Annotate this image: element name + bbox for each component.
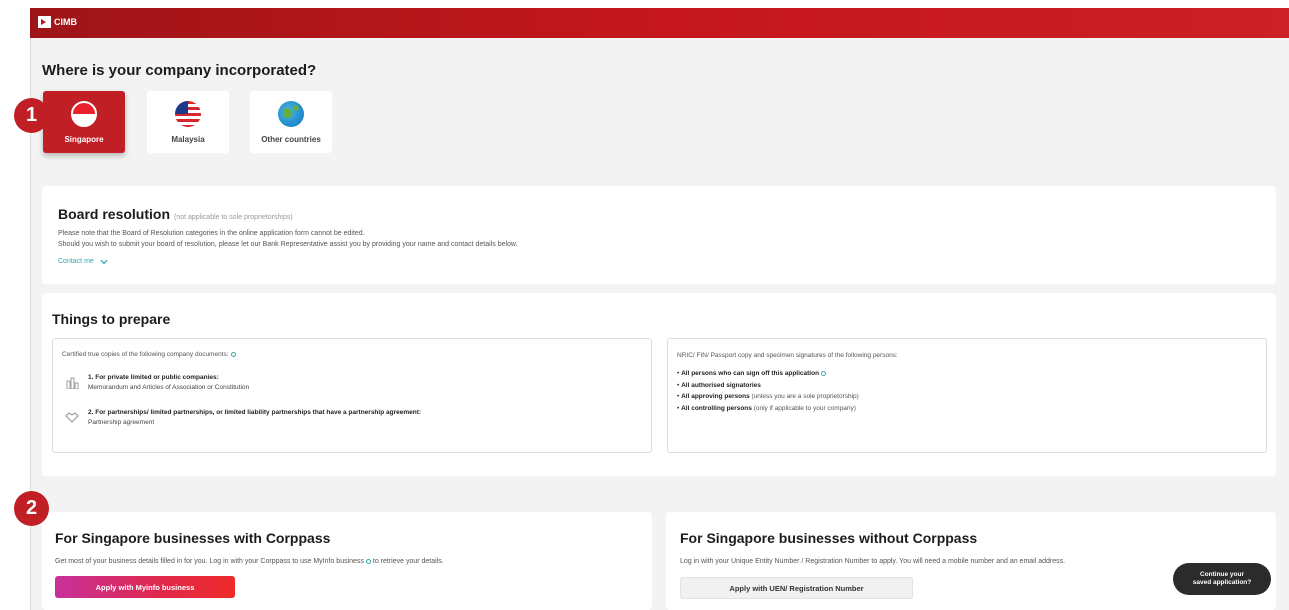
corppass-desc-b: to retrieve your details. — [372, 558, 444, 565]
country-option-malaysia[interactable]: Malaysia — [147, 91, 229, 153]
info-icon[interactable] — [821, 370, 827, 376]
brand-name: CIMB — [54, 17, 77, 27]
malaysia-flag-icon — [175, 101, 201, 127]
contact-me-label: Contact me — [58, 258, 94, 265]
incorporation-question: Where is your company incorporated? — [42, 62, 317, 79]
things-to-prepare-title: Things to prepare — [52, 311, 171, 327]
continue-saved-application-button[interactable]: Continue your saved application? — [1173, 563, 1271, 595]
step-badge-1: 1 — [14, 98, 49, 133]
no-corppass-title: For Singapore businesses without Corppas… — [680, 530, 978, 546]
list-item-text: All authorised signatories — [681, 381, 761, 389]
corppass-desc: Get most of your business details filled… — [55, 557, 444, 567]
info-icon[interactable] — [230, 351, 236, 357]
contact-me-link[interactable]: Contact me — [58, 258, 108, 265]
country-label: Singapore — [64, 135, 104, 144]
list-item-text: All controlling persons — [681, 404, 752, 412]
continue-line-1: Continue your — [1199, 571, 1245, 578]
company-docs-intro: Certified true copies of the following c… — [62, 350, 236, 360]
singapore-flag-icon — [71, 101, 97, 127]
list-item-text: All persons who can sign off this applic… — [681, 370, 820, 377]
top-bar: CIMB — [30, 8, 1289, 38]
list-item-note: (unless you are a sole proprietorship) — [751, 393, 859, 400]
continue-line-2: saved application? — [1192, 579, 1252, 586]
list-item-note: (only if applicable to your company) — [753, 404, 856, 412]
cimb-logo-icon — [38, 16, 51, 28]
doc-item-2-title: 2. For partnerships/ limited partnership… — [88, 409, 422, 416]
country-option-other[interactable]: Other countries — [250, 91, 332, 153]
doc-item-2-desc: Partnership agreement — [88, 419, 155, 426]
board-line-2: Should you wish to submit your board of … — [58, 241, 518, 248]
apply-uen-button[interactable]: Apply with UEN/ Registration Number — [680, 577, 913, 599]
country-option-singapore[interactable]: Singapore — [43, 91, 125, 153]
country-label: Other countries — [261, 135, 321, 144]
apply-myinfo-button[interactable]: Apply with Myinfo business — [55, 576, 235, 598]
chevron-down-icon — [100, 259, 108, 264]
doc-item-1-desc: Memorandum and Articles of Association o… — [88, 384, 250, 391]
handshake-icon — [65, 412, 79, 423]
persons-list: All persons who can sign off this applic… — [677, 368, 859, 414]
corppass-title: For Singapore businesses with Corppass — [55, 530, 331, 546]
cimb-logo[interactable]: CIMB — [38, 16, 77, 28]
board-line-1: Please note that the Board of Resolution… — [58, 230, 365, 237]
info-icon[interactable] — [365, 558, 371, 564]
board-note: (not applicable to sole proprietorships) — [174, 214, 293, 221]
company-docs-intro-text: Certified true copies of the following c… — [62, 351, 229, 358]
board-resolution-title: Board resolution (not applicable to sole … — [58, 206, 293, 222]
list-item: All controlling persons (only if applica… — [677, 403, 859, 415]
list-item: All approving persons (unless you are a … — [677, 391, 859, 403]
list-item: All authorised signatories — [677, 380, 859, 392]
doc-item-1-title: 1. For private limited or public compani… — [88, 374, 219, 381]
step-badge-2: 2 — [14, 491, 49, 526]
board-title-text: Board resolution — [58, 206, 171, 222]
list-item: All persons who can sign off this applic… — [677, 368, 859, 380]
country-label: Malaysia — [171, 135, 205, 144]
corppass-desc-a: Get most of your business details filled… — [55, 558, 364, 565]
no-corppass-desc: Log in with your Unique Entity Number / … — [680, 558, 1066, 565]
list-item-text: All approving persons — [681, 393, 750, 400]
globe-icon — [278, 101, 304, 127]
persons-intro: NRIC/ FIN/ Passport copy and specimen si… — [677, 352, 898, 359]
doc-item-2: 2. For partnerships/ limited partnership… — [88, 408, 421, 428]
doc-item-1: 1. For private limited or public compani… — [88, 373, 249, 393]
building-icon — [66, 377, 79, 389]
